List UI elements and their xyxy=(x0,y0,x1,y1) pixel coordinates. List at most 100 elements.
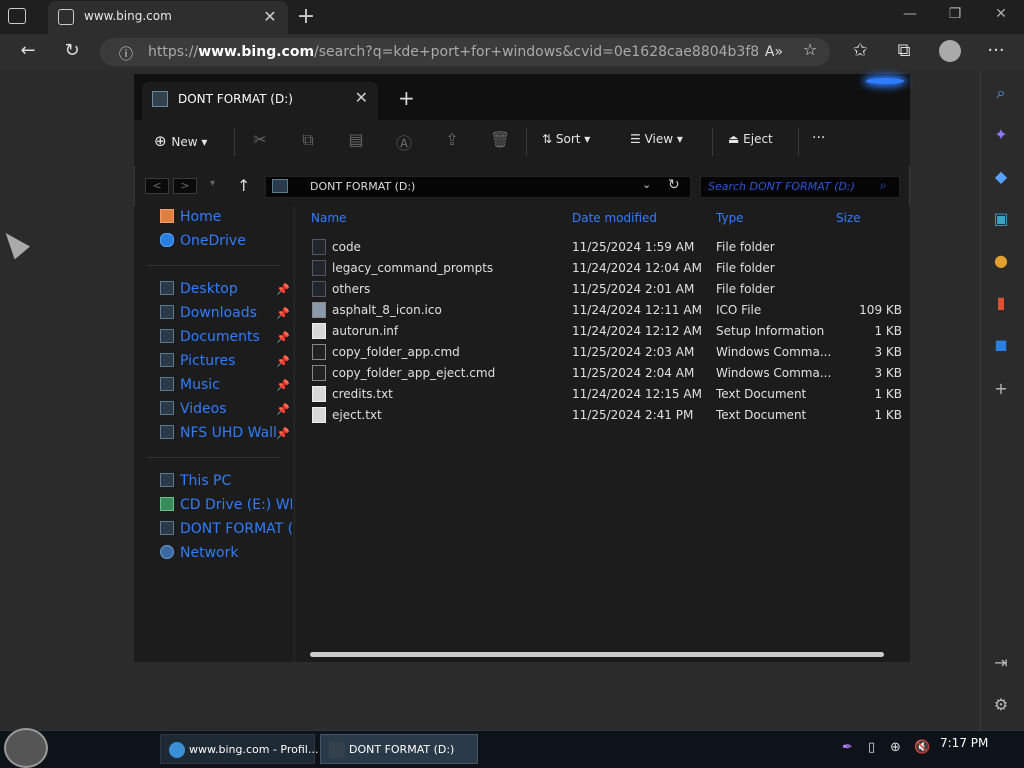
new-button[interactable]: ⊕ New ▾ xyxy=(154,132,207,150)
nav-item-music[interactable]: Music xyxy=(160,377,292,397)
hide-sidebar-icon[interactable]: ⇥ xyxy=(990,652,1012,674)
copy-icon[interactable]: ⧉ xyxy=(298,130,318,150)
add-sidebar-app-icon[interactable]: + xyxy=(990,378,1012,400)
nav-item-nfs-wallpapers[interactable]: NFS UHD Wallpapers xyxy=(160,425,278,445)
pin-icon[interactable]: 📌 xyxy=(276,355,290,368)
share-icon[interactable]: ⇪ xyxy=(442,130,462,149)
paste-icon[interactable]: ▤ xyxy=(346,130,366,149)
search-icon[interactable]: ⌕ xyxy=(990,82,1012,104)
pin-icon[interactable]: 📌 xyxy=(276,379,290,392)
table-row[interactable]: legacy_command_prompts 11/24/2024 12:04 … xyxy=(304,258,904,279)
column-header-name[interactable]: Name xyxy=(311,211,346,225)
nav-item-cd-drive[interactable]: CD Drive (E:) WIN11 xyxy=(160,497,292,517)
drive-icon xyxy=(272,179,288,193)
nav-item-desktop[interactable]: Desktop xyxy=(160,281,292,301)
separator xyxy=(712,128,713,156)
table-row[interactable]: copy_folder_app_eject.cmd 11/25/2024 2:0… xyxy=(304,363,904,384)
taskbar-item-explorer[interactable]: DONT FORMAT (D:) xyxy=(320,734,478,764)
table-row[interactable]: others 11/25/2024 2:01 AM File folder xyxy=(304,279,904,300)
eject-icon: ⏏ xyxy=(728,132,744,146)
browser-tab-bing[interactable]: www.bing.com ✕ xyxy=(48,1,288,34)
battery-icon[interactable]: ▯ xyxy=(868,740,875,755)
column-header-date[interactable]: Date modified xyxy=(572,211,657,225)
nav-item-videos[interactable]: Videos xyxy=(160,401,292,421)
new-tab-icon[interactable]: + xyxy=(296,4,316,29)
table-row[interactable]: credits.txt 11/24/2024 12:15 AM Text Doc… xyxy=(304,384,904,405)
rename-icon[interactable]: Ⓐ xyxy=(394,130,414,154)
pin-icon[interactable]: 📌 xyxy=(276,283,290,296)
column-header-size[interactable]: Size xyxy=(836,211,861,225)
shopping-tag-icon[interactable]: ◆ xyxy=(990,166,1012,188)
restore-icon[interactable]: ❐ xyxy=(940,6,970,22)
sort-button[interactable]: ⇅ Sort ▾ xyxy=(542,132,590,146)
taskbar-item-browser[interactable]: www.bing.com - Profil... xyxy=(160,734,318,764)
favorites-icon[interactable]: ✩ xyxy=(848,40,872,61)
pin-icon[interactable]: 📌 xyxy=(276,403,290,416)
sort-icon: ⇅ xyxy=(542,132,556,146)
explorer-tab[interactable]: DONT FORMAT (D:) ✕ xyxy=(142,82,378,120)
close-tab-icon[interactable]: ✕ xyxy=(260,7,280,26)
explorer-new-tab-icon[interactable]: + xyxy=(398,86,415,110)
browser-tab-title: www.bing.com xyxy=(84,9,172,23)
back-nav-icon[interactable]: < xyxy=(145,178,169,194)
table-row[interactable]: eject.txt 11/25/2024 2:41 PM Text Docume… xyxy=(304,405,904,426)
start-skull-icon[interactable] xyxy=(4,728,48,768)
pin-icon[interactable]: 📌 xyxy=(276,427,290,440)
taskbar-clock[interactable]: 7:17 PM xyxy=(940,736,988,750)
close-explorer-tab-icon[interactable]: ✕ xyxy=(355,88,368,107)
address-path-text[interactable]: DONT FORMAT (D:) xyxy=(310,180,415,193)
nav-item-home[interactable]: Home xyxy=(160,209,292,229)
refresh-icon[interactable]: ↻ xyxy=(60,40,84,61)
pin-icon[interactable]: 📌 xyxy=(276,307,290,320)
network-globe-icon[interactable]: ⊕ xyxy=(890,740,901,755)
search-icon[interactable]: ⌕ xyxy=(880,178,887,193)
forward-nav-icon[interactable]: > xyxy=(173,178,197,194)
nav-item-pictures[interactable]: Pictures xyxy=(160,353,292,373)
sidebar-settings-gear-icon[interactable]: ⚙ xyxy=(990,694,1012,716)
nav-item-dont-format[interactable]: DONT FORMAT (D:) xyxy=(160,521,292,541)
table-row[interactable]: asphalt_8_icon.ico 11/24/2024 12:11 AM I… xyxy=(304,300,904,321)
file-size: 1 KB xyxy=(874,408,902,422)
file-type: ICO File xyxy=(716,303,762,317)
add-favorite-icon[interactable]: ☆ xyxy=(798,40,822,59)
read-aloud-icon[interactable]: A» xyxy=(762,44,786,60)
edge-icon xyxy=(169,742,185,758)
column-header-type[interactable]: Type xyxy=(716,211,744,225)
table-row[interactable]: autorun.inf 11/24/2024 12:12 AM Setup In… xyxy=(304,321,904,342)
eject-button[interactable]: ⏏ Eject xyxy=(728,132,773,146)
nav-item-this-pc[interactable]: This PC xyxy=(160,473,292,493)
recent-locations-icon[interactable]: ▾ xyxy=(210,178,215,189)
office-icon[interactable]: ▮ xyxy=(990,292,1012,314)
path-dropdown-icon[interactable]: ⌄ xyxy=(642,178,651,191)
minimize-icon[interactable]: — xyxy=(895,6,925,22)
games-icon[interactable]: ● xyxy=(990,250,1012,272)
more-options-button[interactable]: ··· xyxy=(812,130,825,146)
nav-item-network[interactable]: Network xyxy=(160,545,292,565)
close-window-icon[interactable]: ✕ xyxy=(986,6,1016,22)
nav-item-documents[interactable]: Documents xyxy=(160,329,292,349)
outlook-icon[interactable]: ◼ xyxy=(990,334,1012,356)
up-arrow-icon[interactable]: ↑ xyxy=(237,176,250,195)
tab-actions-icon[interactable] xyxy=(8,8,26,24)
collections-icon[interactable]: ⧉ xyxy=(892,40,916,61)
view-button[interactable]: ☰ View ▾ xyxy=(630,132,683,146)
nav-item-onedrive[interactable]: OneDrive xyxy=(160,233,292,253)
volume-muted-icon[interactable]: 🔇 xyxy=(914,740,930,755)
pin-icon[interactable]: 📌 xyxy=(276,331,290,344)
nav-item-downloads[interactable]: Downloads xyxy=(160,305,292,325)
delete-icon[interactable]: 🗑 xyxy=(490,130,510,149)
table-row[interactable]: copy_folder_app.cmd 11/25/2024 2:03 AM W… xyxy=(304,342,904,363)
refresh-folder-icon[interactable]: ↻ xyxy=(668,177,680,193)
profile-avatar[interactable] xyxy=(939,40,961,62)
drive-icon xyxy=(160,521,174,535)
url-text[interactable]: https://www.bing.com/search?q=kde+port+f… xyxy=(148,44,758,60)
copilot-icon[interactable]: ✦ xyxy=(990,124,1012,146)
tools-icon[interactable]: ▣ xyxy=(990,208,1012,230)
back-icon[interactable]: ← xyxy=(16,40,40,61)
feather-icon[interactable]: ✒ xyxy=(842,740,853,755)
table-row[interactable]: code 11/25/2024 1:59 AM File folder xyxy=(304,237,904,258)
settings-more-icon[interactable]: ··· xyxy=(984,40,1008,61)
cut-icon[interactable]: ✂ xyxy=(250,130,270,149)
horizontal-scrollbar[interactable] xyxy=(310,652,884,657)
site-info-icon[interactable]: ⓘ xyxy=(114,44,138,64)
